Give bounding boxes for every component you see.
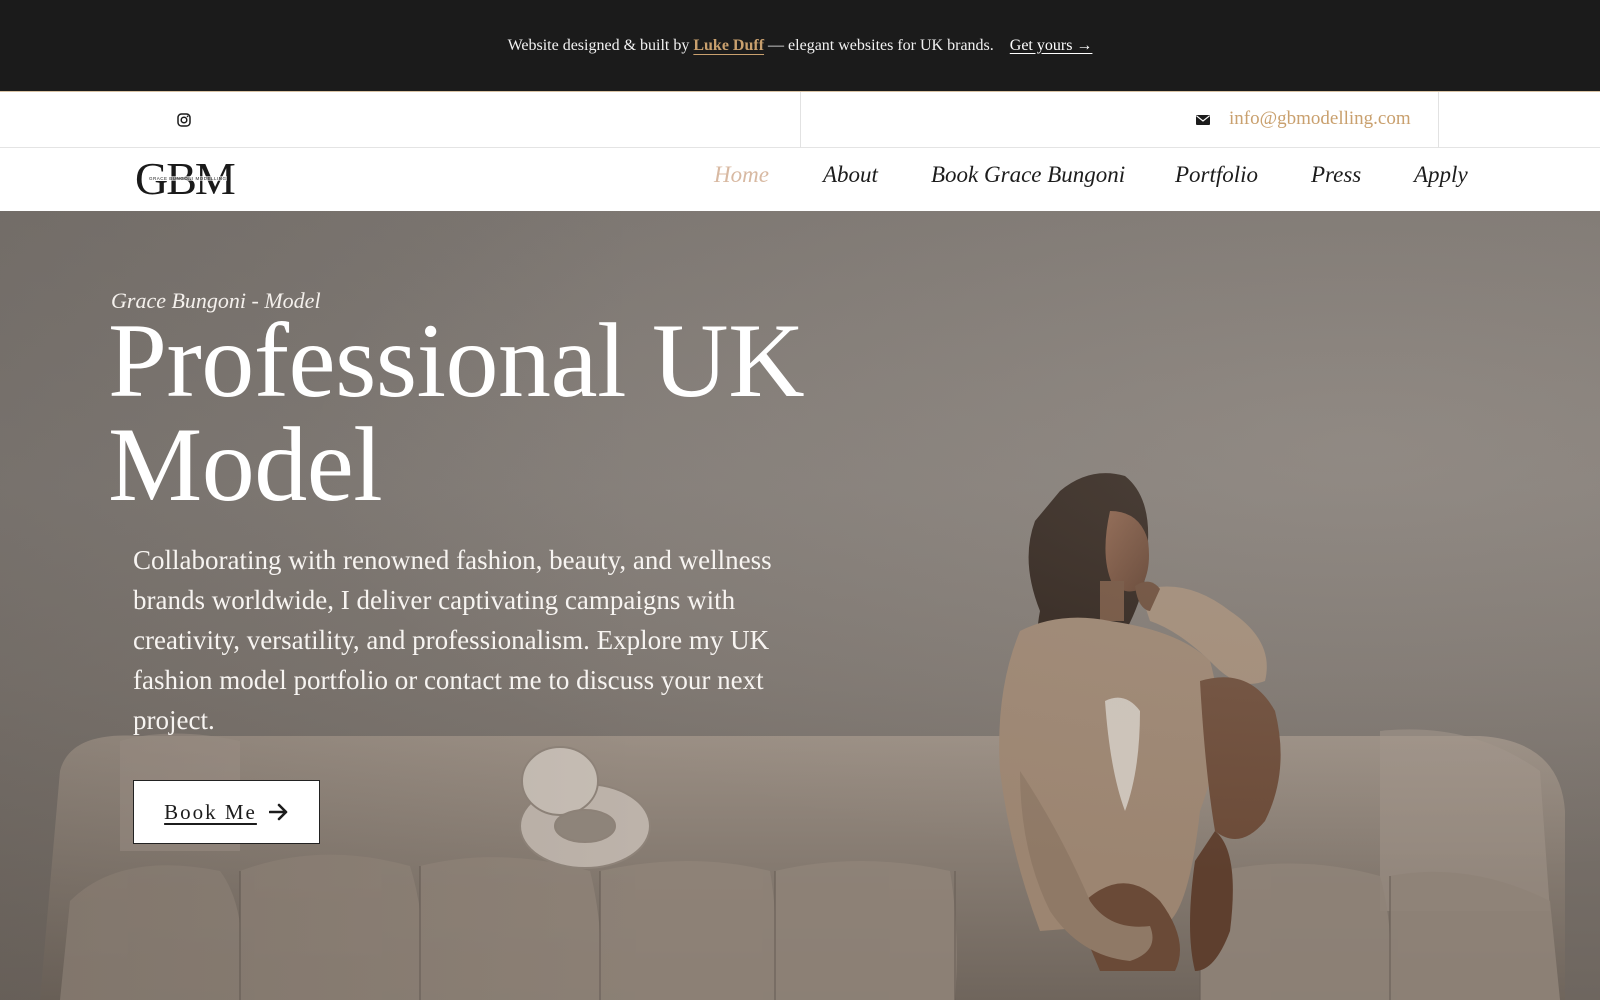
- main-nav: GBM GRACE BUNGONI MODELLING Home About B…: [0, 148, 1600, 211]
- promo-suffix: — elegant websites for UK brands.: [768, 36, 994, 54]
- instagram-icon[interactable]: [177, 113, 191, 127]
- hero-title: Professional UK Model: [108, 302, 805, 523]
- arrow-right-icon: [268, 803, 288, 821]
- designer-credit-link[interactable]: Luke Duff: [693, 37, 764, 55]
- nav-item-apply[interactable]: Apply: [1414, 162, 1468, 188]
- contact-divider: [800, 92, 801, 149]
- contact-bar: info@gbmodelling.com: [0, 91, 1600, 149]
- book-me-label: Book Me: [164, 799, 257, 824]
- logo[interactable]: GBM GRACE BUNGONI MODELLING: [135, 156, 240, 202]
- envelope-icon: [1196, 115, 1210, 125]
- get-yours-link[interactable]: Get yours →: [1010, 37, 1093, 55]
- hero-description: Collaborating with renowned fashion, bea…: [133, 545, 772, 735]
- contact-divider: [1438, 92, 1439, 149]
- promo-banner: Website designed & built by Luke Duff — …: [0, 0, 1600, 91]
- nav-item-book-grace-bungoni[interactable]: Book Grace Bungoni: [931, 162, 1125, 188]
- book-me-button[interactable]: Book Me: [133, 780, 320, 844]
- nav-item-about[interactable]: About: [823, 162, 878, 188]
- promo-prefix: Website designed & built by: [507, 36, 690, 54]
- nav-item-home[interactable]: Home: [714, 162, 769, 188]
- nav-item-press[interactable]: Press: [1311, 162, 1361, 188]
- logo-subtitle: GRACE BUNGONI MODELLING: [149, 176, 227, 181]
- nav-item-portfolio[interactable]: Portfolio: [1175, 162, 1258, 188]
- hero-section: Grace Bungoni - Model Professional UK Mo…: [0, 211, 1600, 1000]
- email-link[interactable]: info@gbmodelling.com: [1229, 108, 1411, 130]
